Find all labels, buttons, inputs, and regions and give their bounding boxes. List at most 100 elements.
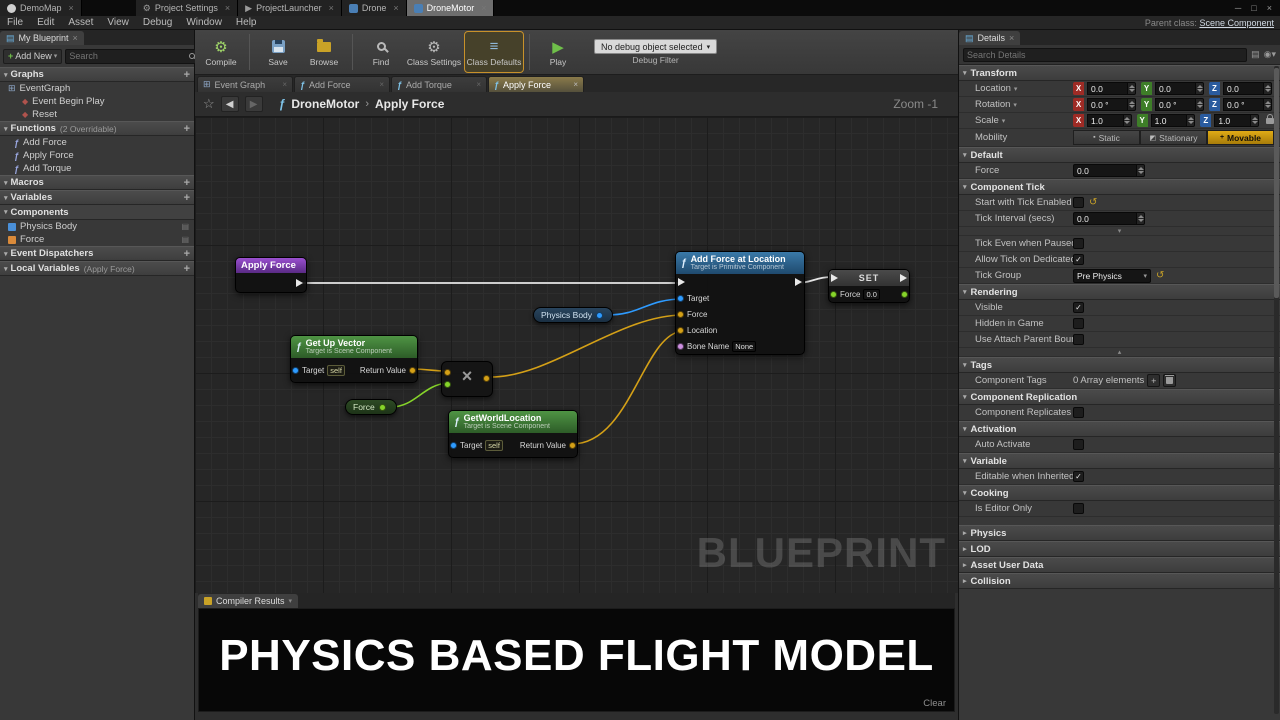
node-multiply[interactable]: ×: [441, 361, 493, 397]
forward-button[interactable]: ▶: [245, 96, 263, 112]
spinner-icon[interactable]: [1186, 114, 1194, 127]
search-input[interactable]: [69, 51, 186, 61]
section-lod[interactable]: ▸ LOD: [959, 541, 1280, 557]
auto-activate-checkbox[interactable]: [1073, 439, 1084, 450]
spinner-icon[interactable]: [1136, 212, 1144, 225]
play-button[interactable]: ▶ Play: [536, 32, 580, 72]
node-get-up-vector[interactable]: ƒ Get Up Vector Target is Scene Componen…: [290, 335, 418, 383]
tree-item-force[interactable]: Force ▤: [0, 233, 194, 246]
back-button[interactable]: ◀: [221, 96, 239, 112]
tab-compiler-results[interactable]: Compiler Results ▾: [198, 594, 298, 608]
section-default[interactable]: ▾ Default: [959, 147, 1280, 163]
details-search-input[interactable]: [967, 50, 1243, 60]
self-literal[interactable]: self: [485, 440, 503, 451]
debug-object-dropdown[interactable]: No debug object selected ▾: [594, 39, 717, 54]
graphs-section-header[interactable]: ▾ Graphs +: [0, 67, 194, 82]
exec-out-pin[interactable]: [795, 278, 802, 286]
menu-asset[interactable]: Asset: [61, 17, 100, 28]
favorite-star-icon[interactable]: ☆: [203, 96, 215, 112]
chevron-down-icon[interactable]: ▾: [1013, 101, 1017, 109]
force-in-pin[interactable]: [830, 291, 837, 298]
tree-item-event-begin-play[interactable]: ◆ Event Begin Play: [0, 95, 194, 108]
menu-debug[interactable]: Debug: [136, 17, 179, 28]
node-add-force-at-location[interactable]: ƒ Add Force at Location Target is Primit…: [675, 251, 805, 355]
spinner-icon[interactable]: [1123, 114, 1131, 127]
self-literal[interactable]: self: [327, 365, 345, 376]
save-button[interactable]: Save: [256, 32, 300, 72]
spinner-icon[interactable]: [1263, 98, 1271, 111]
menu-edit[interactable]: Edit: [30, 17, 61, 28]
local-variables-section-header[interactable]: ▾ Local Variables (Apply Force) +: [0, 261, 194, 276]
spinner-icon[interactable]: [1127, 82, 1135, 95]
use-attach-parent-bound-checkbox[interactable]: [1073, 334, 1084, 345]
maximize-icon[interactable]: □: [1251, 3, 1256, 13]
section-activation[interactable]: ▾ Activation: [959, 421, 1280, 437]
mobility-movable-button[interactable]: +Movable: [1207, 130, 1274, 145]
graph-canvas[interactable]: Apply Force ƒ Get Up Vector Target is Sc…: [195, 117, 958, 593]
section-component-tick[interactable]: ▾ Component Tick: [959, 179, 1280, 195]
mobility-stationary-button[interactable]: ◩Stationary: [1140, 130, 1207, 145]
visible-checkbox[interactable]: [1073, 302, 1084, 313]
menu-window[interactable]: Window: [179, 17, 229, 28]
location-z-field[interactable]: 0.0: [1223, 82, 1272, 95]
add-macro-icon[interactable]: +: [184, 177, 190, 189]
multiply-input-b-pin[interactable]: [444, 381, 451, 388]
window-tab-project-settings[interactable]: ⚙ Project Settings ×: [136, 0, 238, 16]
chevron-down-icon[interactable]: ▾: [1014, 85, 1018, 93]
spinner-icon[interactable]: [1195, 82, 1203, 95]
tab-my-blueprint[interactable]: ▤ My Blueprint ×: [0, 31, 84, 45]
parent-class-link[interactable]: Scene Component: [1199, 18, 1274, 28]
close-icon[interactable]: ×: [379, 80, 384, 89]
tree-item-add-torque[interactable]: ƒ Add Torque: [0, 162, 194, 175]
multiply-out-pin[interactable]: [483, 375, 490, 382]
add-new-button[interactable]: + Add New ▾: [3, 49, 62, 64]
graph-tab-apply-force[interactable]: ƒ Apply Force ×: [488, 76, 584, 92]
chevron-down-icon[interactable]: ▾: [1002, 117, 1006, 125]
location-x-field[interactable]: 0.0: [1087, 82, 1136, 95]
force-pin[interactable]: [677, 311, 684, 318]
target-pin[interactable]: [450, 442, 457, 449]
scrollbar-thumb[interactable]: [1274, 68, 1279, 298]
reset-to-default-icon[interactable]: ↺: [1089, 197, 1097, 208]
scale-x-field[interactable]: 1.0: [1087, 114, 1132, 127]
editable-when-inherited-checkbox[interactable]: [1073, 471, 1084, 482]
variables-section-header[interactable]: ▾ Variables +: [0, 190, 194, 205]
visibility-icon[interactable]: ▤: [181, 222, 189, 231]
close-icon[interactable]: ×: [69, 3, 74, 13]
exec-out-pin[interactable]: [296, 279, 303, 287]
menu-file[interactable]: File: [0, 17, 30, 28]
return-value-pin[interactable]: [409, 367, 416, 374]
browse-button[interactable]: Browse: [302, 32, 346, 72]
reset-to-default-icon[interactable]: ↺: [1156, 270, 1164, 281]
lock-icon[interactable]: [1266, 118, 1274, 124]
bone-name-pin[interactable]: [677, 343, 684, 350]
spinner-icon[interactable]: [1263, 82, 1271, 95]
spinner-icon[interactable]: [1250, 114, 1258, 127]
class-defaults-button[interactable]: ≡ Class Defaults: [465, 32, 523, 72]
section-variable[interactable]: ▾ Variable: [959, 453, 1280, 469]
rotation-y-field[interactable]: 0.0 °: [1155, 98, 1204, 111]
exec-out-pin[interactable]: [900, 274, 907, 282]
start-with-tick-checkbox[interactable]: [1073, 197, 1084, 208]
add-variable-icon[interactable]: +: [184, 192, 190, 204]
tab-details[interactable]: ▤ Details ×: [959, 31, 1020, 45]
section-physics[interactable]: ▸ Physics: [959, 525, 1280, 541]
add-element-icon[interactable]: +: [1147, 374, 1160, 387]
section-tags[interactable]: ▾ Tags: [959, 357, 1280, 373]
node-force-getter[interactable]: Force: [345, 399, 397, 415]
node-get-world-location[interactable]: ƒ GetWorldLocation Target is Scene Compo…: [448, 410, 578, 458]
target-pin[interactable]: [292, 367, 299, 374]
force-out-pin[interactable]: [379, 404, 386, 411]
close-icon[interactable]: ×: [282, 80, 287, 89]
node-set-force[interactable]: SET Force 0.0: [828, 269, 910, 303]
rotation-z-field[interactable]: 0.0 °: [1223, 98, 1272, 111]
exec-in-pin[interactable]: [678, 278, 685, 286]
tree-item-physics-body[interactable]: Physics Body ▤: [0, 220, 194, 233]
location-pin[interactable]: [677, 327, 684, 334]
bone-name-value[interactable]: None: [732, 341, 756, 352]
force-field[interactable]: 0.0: [1073, 164, 1145, 177]
spinner-icon[interactable]: [1127, 98, 1135, 111]
section-collision[interactable]: ▸ Collision: [959, 573, 1280, 589]
trash-icon[interactable]: [1163, 374, 1176, 387]
is-editor-only-checkbox[interactable]: [1073, 503, 1084, 514]
